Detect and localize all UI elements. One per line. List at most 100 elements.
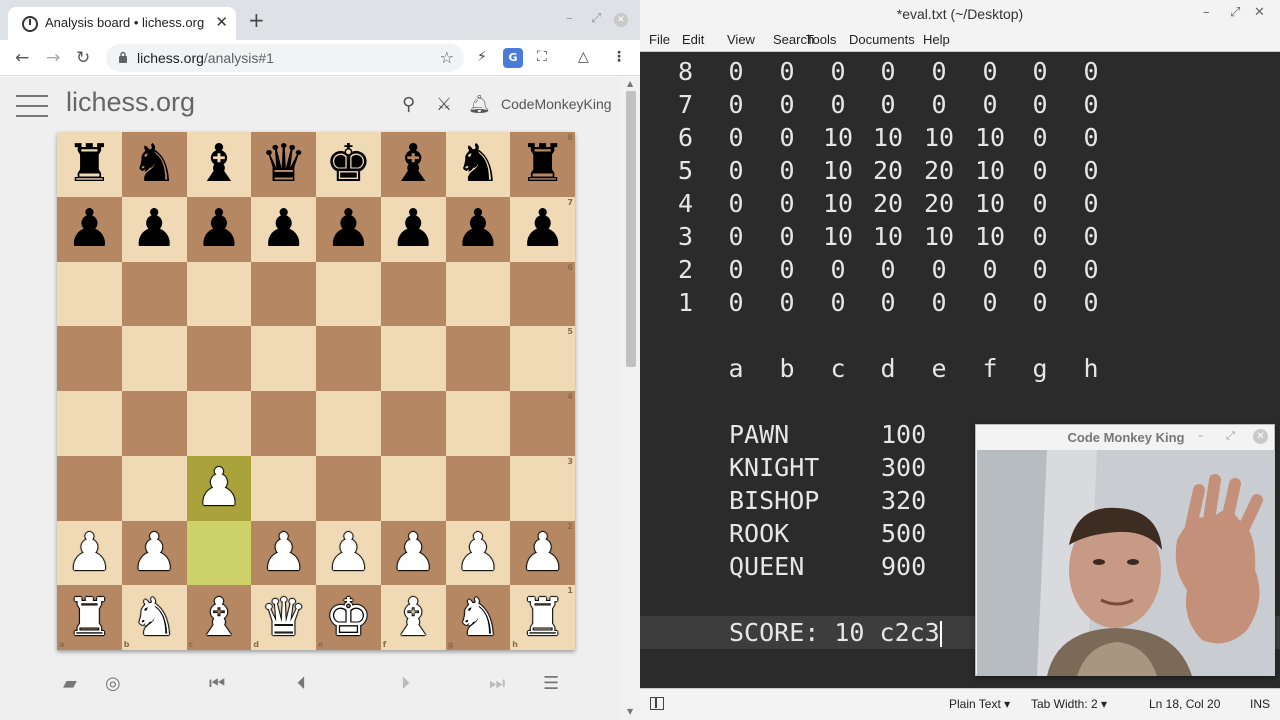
square-f5[interactable] [380, 326, 446, 391]
square-f2[interactable]: ♟ [380, 520, 446, 586]
square-a7[interactable]: ♟ [57, 196, 122, 262]
black-knight-icon[interactable]: ♞ [131, 138, 178, 190]
reload-icon[interactable]: ↻ [76, 48, 90, 68]
square-f6[interactable] [380, 261, 446, 327]
webcam-window[interactable]: Code Monkey King – ⤢ ✕ [975, 424, 1275, 676]
back-arrow-icon[interactable]: ← [15, 48, 29, 68]
menu-file[interactable]: File [649, 32, 670, 47]
square-a4[interactable] [57, 391, 122, 456]
square-a3[interactable] [57, 455, 122, 521]
white-pawn-icon[interactable]: ♟ [325, 527, 372, 579]
black-pawn-icon[interactable]: ♟ [260, 203, 307, 255]
square-d2[interactable]: ♟ [251, 520, 316, 586]
square-c4[interactable] [186, 391, 252, 456]
black-pawn-icon[interactable]: ♟ [196, 203, 243, 255]
square-a6[interactable] [57, 261, 122, 327]
square-d6[interactable] [251, 261, 316, 327]
square-d1[interactable]: ♛ d [251, 585, 316, 650]
new-tab-button[interactable]: + [248, 10, 265, 30]
square-c7[interactable]: ♟ [186, 196, 252, 262]
square-d3[interactable] [251, 455, 316, 521]
editor-maximize-icon[interactable]: ⤢ [1230, 5, 1240, 20]
square-e1[interactable]: ♚ e [316, 585, 381, 650]
user-menu[interactable]: CodeMonkeyKing [501, 96, 612, 112]
square-g6[interactable] [445, 261, 511, 327]
white-pawn-icon[interactable]: ♟ [519, 527, 566, 579]
square-e5[interactable] [316, 326, 381, 391]
webcam-close-icon[interactable]: ✕ [1253, 429, 1268, 444]
bookmark-star-icon[interactable]: ☆ [440, 48, 454, 67]
square-f8[interactable]: ♝ [380, 132, 446, 197]
square-a1[interactable]: ♜ a [57, 585, 122, 650]
editor-close-icon[interactable]: ✕ [1254, 5, 1265, 20]
white-rook-icon[interactable]: ♜ [66, 592, 113, 644]
scroll-up-icon[interactable]: ▲ [627, 79, 633, 88]
square-b7[interactable]: ♟ [121, 196, 187, 262]
square-a5[interactable] [57, 326, 122, 391]
drive-extension-icon[interactable]: △ [578, 49, 589, 65]
scroll-down-icon[interactable]: ▼ [627, 707, 633, 716]
black-pawn-icon[interactable]: ♟ [455, 203, 502, 255]
black-pawn-icon[interactable]: ♟ [325, 203, 372, 255]
opening-book-icon[interactable]: ▰ [63, 673, 77, 694]
tab-close-icon[interactable]: ✕ [215, 13, 228, 31]
prev-move-icon[interactable]: ⏴ [297, 673, 306, 694]
black-queen-icon[interactable]: ♛ [260, 138, 307, 190]
square-b8[interactable]: ♞ [121, 132, 187, 197]
black-rook-icon[interactable]: ♜ [66, 138, 113, 190]
bell-icon[interactable]: 🔔︎ [468, 94, 491, 115]
more-menu-icon[interactable]: ⋮ [612, 49, 626, 65]
square-g2[interactable]: ♟ [445, 520, 511, 586]
lightning-extension-icon[interactable]: ⚡ [477, 49, 487, 65]
white-pawn-icon[interactable]: ♟ [66, 527, 113, 579]
webcam-minimize-icon[interactable]: – [1198, 429, 1204, 442]
square-h2[interactable]: ♟ 2 [510, 520, 575, 586]
square-h1[interactable]: ♜ 1 h [510, 585, 575, 650]
black-pawn-icon[interactable]: ♟ [66, 203, 113, 255]
square-f7[interactable]: ♟ [380, 196, 446, 262]
square-d4[interactable] [251, 391, 316, 456]
menu-documents[interactable]: Documents [849, 32, 915, 47]
maximize-icon[interactable]: ⤢ [591, 11, 601, 26]
square-a8[interactable]: ♜ [57, 132, 122, 197]
black-pawn-icon[interactable]: ♟ [131, 203, 178, 255]
white-bishop-icon[interactable]: ♝ [390, 592, 437, 644]
engine-target-icon[interactable]: ◎ [105, 673, 121, 694]
square-g4[interactable] [445, 391, 511, 456]
forward-arrow-icon[interactable]: → [46, 48, 60, 68]
translate-extension-icon[interactable]: G [503, 48, 523, 68]
hamburger-menu-icon[interactable] [16, 95, 48, 117]
sidebar-toggle-icon[interactable] [650, 697, 664, 710]
black-bishop-icon[interactable]: ♝ [390, 138, 437, 190]
square-a2[interactable]: ♟ [57, 520, 122, 586]
square-h7[interactable]: ♟ 7 [510, 196, 575, 262]
square-c3[interactable]: ♟ [186, 455, 252, 521]
black-knight-icon[interactable]: ♞ [455, 138, 502, 190]
minimize-icon[interactable]: – [566, 11, 573, 26]
menu-edit[interactable]: Edit [682, 32, 704, 47]
square-c2[interactable] [186, 520, 252, 586]
white-bishop-icon[interactable]: ♝ [196, 592, 243, 644]
scrollbar-thumb[interactable] [626, 91, 636, 367]
webcam-maximize-icon[interactable]: ⤢ [1226, 429, 1235, 443]
menu-view[interactable]: View [727, 32, 755, 47]
swords-icon[interactable]: ⚔ [436, 94, 452, 115]
square-h5[interactable]: 5 [510, 326, 575, 391]
square-e7[interactable]: ♟ [316, 196, 381, 262]
black-pawn-icon[interactable]: ♟ [519, 203, 566, 255]
square-h6[interactable]: 6 [510, 261, 575, 327]
square-h4[interactable]: 4 [510, 391, 575, 456]
square-g1[interactable]: ♞ g [445, 585, 511, 650]
editor-minimize-icon[interactable]: – [1203, 5, 1210, 20]
square-h3[interactable]: 3 [510, 455, 575, 521]
tab-analysis-board[interactable]: Analysis board • lichess.org ✕ [8, 7, 236, 40]
white-knight-icon[interactable]: ♞ [131, 592, 178, 644]
square-f4[interactable] [380, 391, 446, 456]
chess-board[interactable]: ♜ ♞ ♝ ♛ ♚ ♝ ♞ ♜ 8 ♟ ♟ ♟ ♟ ♟ ♟ ♟ ♟ 7 6 5 4 ♟ 3 ♟ ♟ ♟ ♟ ♟ ♟ ♟ 2 ♜ a ♞ b ♝ c ♛ d ♚… [57, 132, 575, 650]
square-b3[interactable] [121, 455, 187, 521]
first-move-icon[interactable]: ⏮ [209, 673, 225, 694]
square-e2[interactable]: ♟ [316, 520, 381, 586]
square-g7[interactable]: ♟ [445, 196, 511, 262]
square-e4[interactable] [316, 391, 381, 456]
address-bar[interactable]: lichess.org/analysis#1 ☆ [106, 44, 464, 72]
